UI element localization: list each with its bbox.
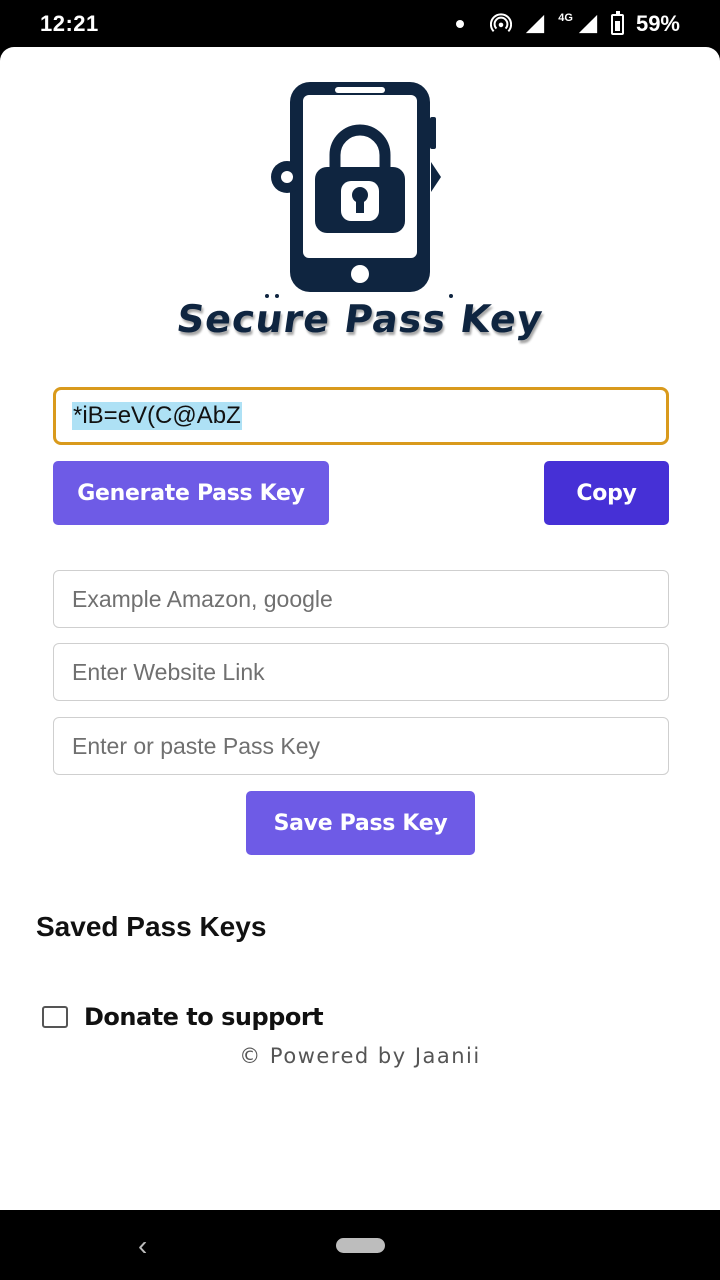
generated-key-display[interactable]: *iB=eV(C@AbZ (53, 387, 669, 445)
saved-pass-keys-heading: Saved Pass Keys (36, 911, 267, 942)
phone-lock-logo-icon (265, 82, 453, 298)
network-type: 4G (558, 12, 573, 24)
status-bar: 12:21 4G 59% (0, 0, 720, 47)
battery-percent: 59% (635, 11, 680, 36)
home-pill-icon[interactable] (336, 1238, 385, 1253)
copy-button[interactable]: Copy (544, 461, 669, 525)
hotspot-icon (490, 13, 513, 33)
donate-row[interactable]: Donate to support (42, 1003, 324, 1031)
website-name-input[interactable] (53, 570, 669, 628)
system-nav-bar: ‹ (0, 1210, 720, 1280)
donate-checkbox[interactable] (42, 1006, 68, 1028)
app-screen: Secure Pass Key *iB=eV(C@AbZ Generate Pa… (0, 47, 720, 1210)
back-icon[interactable]: ‹ (138, 1230, 147, 1262)
pass-key-input[interactable] (53, 717, 669, 775)
generate-pass-key-button[interactable]: Generate Pass Key (53, 461, 329, 525)
status-icons: 4G 59% (456, 10, 680, 37)
donate-label: Donate to support (84, 1003, 324, 1031)
website-link-input[interactable] (53, 643, 669, 701)
generated-key-text: *iB=eV(C@AbZ (72, 402, 242, 430)
powered-by-footer: © Powered by Jaanii (239, 1044, 481, 1068)
brand-title: Secure Pass Key (174, 297, 546, 341)
battery-icon (610, 10, 624, 35)
notification-dot-icon (456, 20, 465, 28)
status-time: 12:21 (40, 11, 99, 36)
save-pass-key-button[interactable]: Save Pass Key (246, 791, 475, 855)
signal-icon-2 (578, 14, 598, 34)
signal-icon (526, 14, 545, 34)
